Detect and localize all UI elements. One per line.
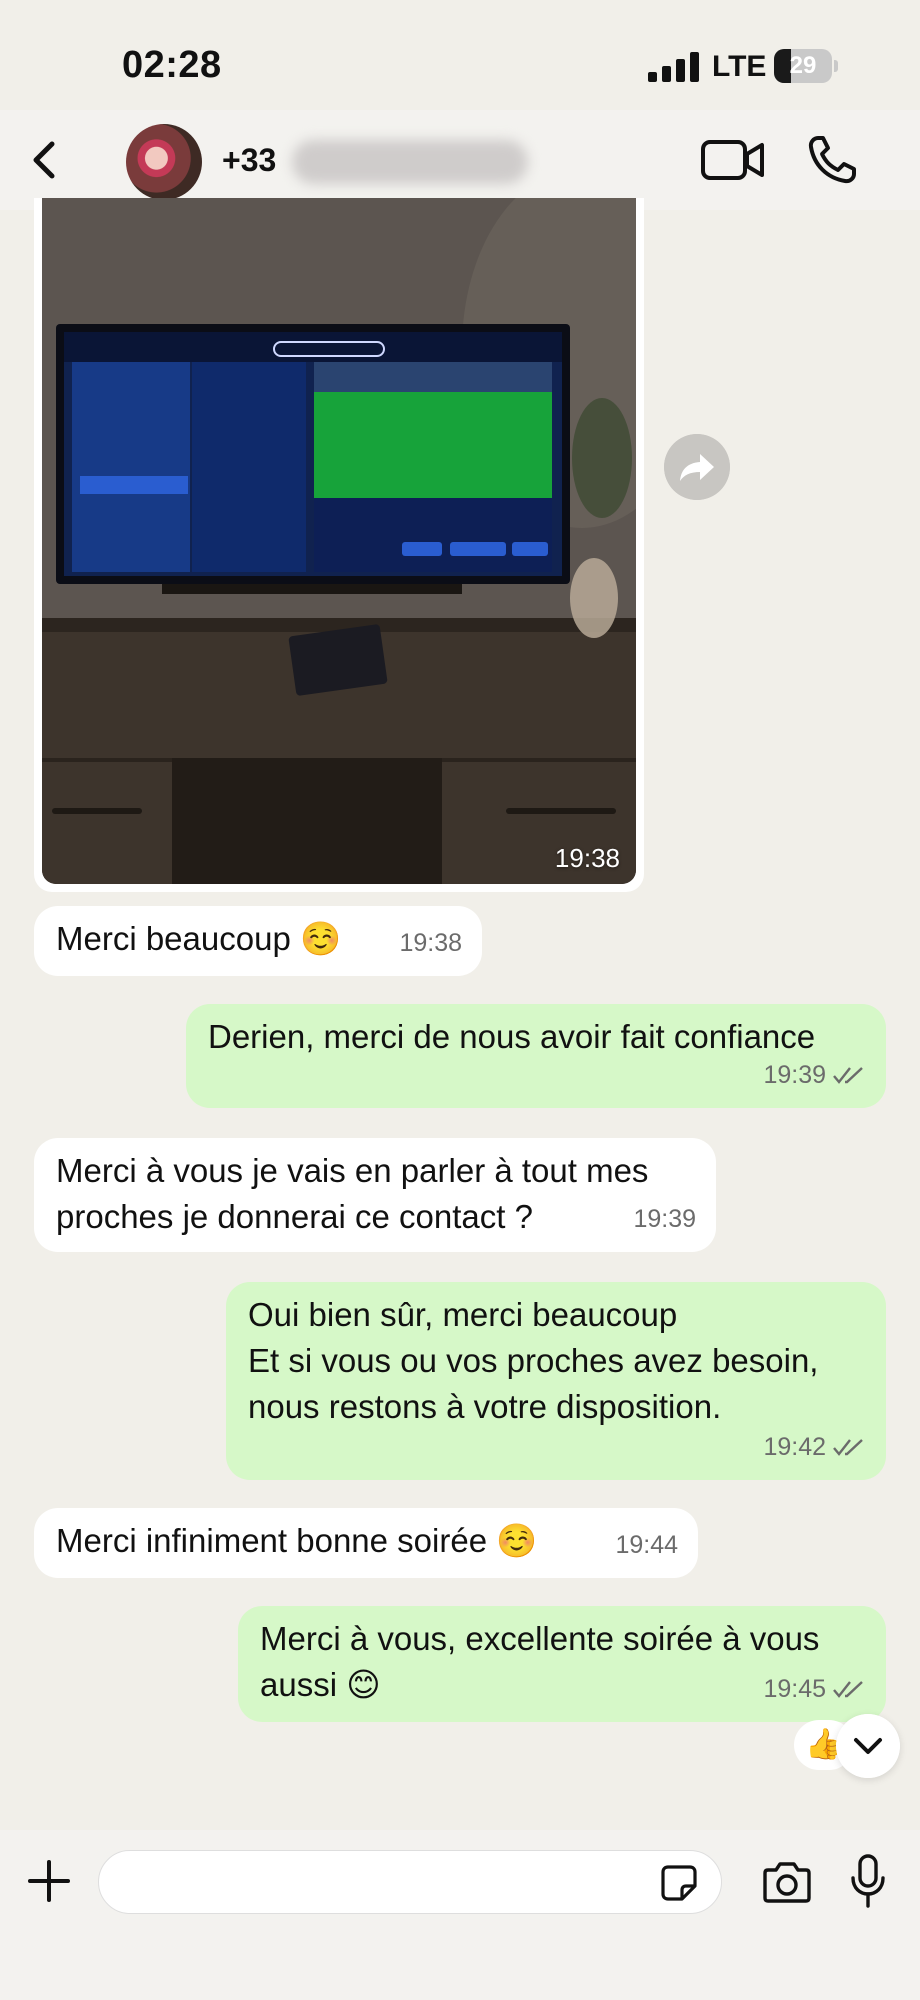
camera-icon[interactable] [762, 1860, 812, 1904]
message-input[interactable] [98, 1850, 722, 1914]
scroll-down-chevron-icon[interactable] [836, 1714, 900, 1778]
message-text: Oui bien sûr, merci beaucoup Et si vous … [248, 1296, 819, 1425]
message-time: 19:44 [615, 1531, 678, 1559]
signal-strength-icon [648, 52, 699, 82]
message-bubble-outgoing[interactable]: Derien, merci de nous avoir fait confian… [186, 1004, 886, 1108]
message-meta: 19:39 [763, 1052, 866, 1098]
status-bar: 02:28 LTE 29 [0, 0, 920, 120]
message-time: 19:42 [763, 1433, 826, 1461]
read-receipt-icon [833, 1067, 863, 1084]
battery-percent: 29 [789, 52, 817, 79]
photo-timestamp: 19:38 [554, 843, 620, 873]
message-time: 19:45 [763, 1675, 826, 1703]
sticker-icon[interactable] [660, 1864, 698, 1902]
network-type: LTE [712, 50, 767, 83]
message-bubble-outgoing[interactable]: Merci à vous, excellente soirée à vous a… [238, 1606, 886, 1722]
message-time: 19:38 [399, 929, 462, 957]
video-call-icon[interactable] [700, 134, 766, 186]
message-bubble-outgoing[interactable]: Oui bien sûr, merci beaucoup Et si vous … [226, 1282, 886, 1480]
contact-avatar[interactable] [126, 124, 202, 200]
tv-photo-illustration [42, 198, 636, 884]
plus-icon[interactable] [26, 1858, 72, 1904]
message-text: Merci à vous je vais en parler à tout me… [56, 1152, 649, 1235]
read-receipt-icon [833, 1439, 863, 1456]
photo-message-bubble[interactable]: 19:38 [34, 198, 644, 892]
message-meta: 19:45 [763, 1666, 866, 1712]
contact-name[interactable]: +33 [222, 142, 276, 179]
message-meta: 19:44 [615, 1522, 678, 1568]
read-receipt-icon [833, 1681, 863, 1698]
message-bubble-incoming[interactable]: Merci à vous je vais en parler à tout me… [34, 1138, 716, 1252]
message-time: 19:39 [763, 1061, 826, 1089]
message-composer [0, 1830, 920, 2000]
back-chevron-icon[interactable] [20, 134, 72, 186]
message-meta: 19:38 [399, 920, 462, 966]
message-text: Derien, merci de nous avoir fait confian… [208, 1018, 816, 1055]
message-bubble-incoming[interactable]: Merci beaucoup ☺️ 19:38 [34, 906, 482, 976]
forward-arrow-icon[interactable] [664, 434, 730, 500]
redacted-number [292, 140, 528, 184]
phone-icon[interactable] [804, 132, 860, 188]
message-bubble-incoming[interactable]: Merci infiniment bonne soirée ☺️ 19:44 [34, 1508, 698, 1578]
status-time: 02:28 [122, 44, 222, 86]
battery-icon: 29 [774, 49, 838, 83]
message-meta: 19:42 [763, 1424, 866, 1470]
message-text: Merci beaucoup ☺️ [56, 920, 342, 957]
message-meta: 19:39 [633, 1196, 696, 1242]
message-time: 19:39 [633, 1205, 696, 1233]
microphone-icon[interactable] [850, 1854, 886, 1908]
message-text: Merci infiniment bonne soirée ☺️ [56, 1522, 538, 1559]
tv-photo[interactable]: 19:38 [42, 198, 636, 884]
chat-header: +33 [0, 110, 920, 210]
